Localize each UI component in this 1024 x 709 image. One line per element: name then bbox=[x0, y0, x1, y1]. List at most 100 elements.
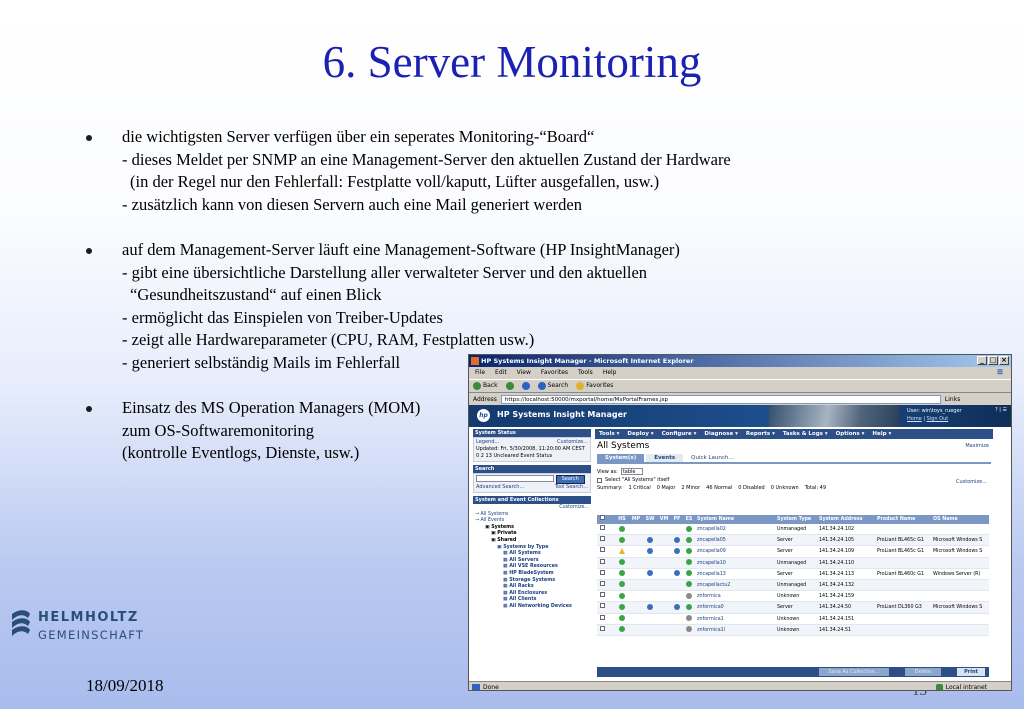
forward-button[interactable] bbox=[505, 380, 514, 392]
status-cell[interactable] bbox=[629, 614, 643, 624]
row-checkbox[interactable] bbox=[597, 591, 607, 601]
menu-view[interactable]: View bbox=[517, 367, 531, 378]
status-cell[interactable] bbox=[615, 614, 629, 624]
table-row[interactable]: znformica0 Server 141.34.24.50 ProLiant DL3… bbox=[597, 602, 989, 614]
sign-out-link[interactable]: Sign Out bbox=[927, 416, 949, 422]
minimize-button[interactable]: _ bbox=[977, 356, 987, 365]
row-checkbox[interactable] bbox=[597, 602, 607, 612]
status-cell[interactable] bbox=[629, 580, 643, 590]
status-cell[interactable] bbox=[671, 614, 683, 624]
close-button[interactable]: × bbox=[999, 356, 1009, 365]
tree-item[interactable]: ▦ All Clients bbox=[475, 597, 589, 604]
table-row[interactable]: znformica1l Unknown 141.34.24.51 bbox=[597, 624, 989, 636]
row-checkbox[interactable] bbox=[597, 625, 607, 635]
status-cell[interactable] bbox=[683, 558, 695, 568]
tab-events[interactable]: Events bbox=[646, 454, 684, 462]
status-cell[interactable] bbox=[615, 580, 629, 590]
col-system-address[interactable]: System Address bbox=[817, 515, 875, 524]
status-cell[interactable] bbox=[643, 591, 657, 601]
status-cell[interactable] bbox=[657, 580, 671, 590]
print-button[interactable]: Print bbox=[957, 668, 985, 676]
banner-links[interactable]: ? | ☰ bbox=[995, 407, 1007, 413]
col-vm[interactable]: VM bbox=[657, 515, 671, 524]
system-name-link[interactable]: zncapellactu2 bbox=[695, 580, 775, 590]
status-cell[interactable] bbox=[683, 524, 695, 534]
col-mp[interactable]: MP bbox=[629, 515, 643, 524]
table-row[interactable]: zncapella10 Unmanaged 141.34.24.110 bbox=[597, 557, 989, 569]
system-name-link[interactable]: znformica1l bbox=[695, 625, 775, 635]
status-cell[interactable] bbox=[671, 580, 683, 590]
row-checkbox[interactable] bbox=[597, 580, 607, 590]
quick-launch-link[interactable]: Quick Launch... bbox=[685, 454, 739, 462]
maximize-link[interactable]: Maximize bbox=[965, 443, 989, 449]
address-input[interactable]: https://localhost:50000/mxportal/home/Mx… bbox=[500, 394, 941, 404]
status-cell[interactable] bbox=[657, 614, 671, 624]
table-row[interactable]: zncapellactu2 Unmanaged 141.34.24.132 bbox=[597, 579, 989, 592]
maximize-button[interactable]: □ bbox=[988, 356, 998, 365]
status-cell[interactable] bbox=[643, 625, 657, 635]
col-os-name[interactable]: OS Name bbox=[931, 515, 989, 524]
status-cell[interactable] bbox=[629, 591, 643, 601]
col-sw[interactable]: SW bbox=[643, 515, 657, 524]
status-cell[interactable] bbox=[657, 524, 671, 534]
nav-reports[interactable]: Reports ▾ bbox=[746, 429, 775, 439]
search-input[interactable] bbox=[476, 475, 554, 482]
nav-options[interactable]: Options ▾ bbox=[836, 429, 865, 439]
tree-item[interactable]: → All Events bbox=[475, 518, 589, 525]
nav-tasks-logs[interactable]: Tasks & Logs ▾ bbox=[783, 429, 828, 439]
row-checkbox[interactable] bbox=[597, 524, 607, 534]
status-cell[interactable] bbox=[671, 524, 683, 534]
tree-item[interactable]: ▣ Private bbox=[475, 531, 589, 538]
row-checkbox[interactable] bbox=[597, 614, 607, 624]
tree-item[interactable]: ▦ All Racks bbox=[475, 584, 589, 591]
status-cell[interactable] bbox=[615, 558, 629, 568]
row-checkbox[interactable] bbox=[597, 546, 607, 556]
status-cell[interactable] bbox=[615, 569, 629, 579]
status-cell[interactable] bbox=[643, 535, 657, 545]
status-cell[interactable] bbox=[615, 524, 629, 534]
status-cell[interactable] bbox=[683, 602, 695, 612]
select-all-checkbox[interactable] bbox=[597, 477, 602, 483]
status-cell[interactable] bbox=[629, 625, 643, 635]
table-row[interactable]: zncapella02 Unmanaged 141.34.24.102 bbox=[597, 524, 989, 536]
collections-customize-link[interactable]: Customize... bbox=[559, 505, 589, 512]
status-cell[interactable] bbox=[671, 625, 683, 635]
status-cell[interactable] bbox=[643, 614, 657, 624]
status-cell[interactable] bbox=[671, 535, 683, 545]
menu-help[interactable]: Help bbox=[603, 367, 617, 378]
status-cell[interactable] bbox=[657, 602, 671, 612]
col-es[interactable]: ES bbox=[683, 515, 695, 524]
row-checkbox[interactable] bbox=[597, 558, 607, 568]
status-cell[interactable] bbox=[683, 614, 695, 624]
tree-item[interactable]: ▦ HP BladeSystem bbox=[475, 571, 589, 578]
status-cell[interactable] bbox=[615, 602, 629, 612]
col-product-name[interactable]: Product Name bbox=[875, 515, 931, 524]
status-cell[interactable] bbox=[683, 580, 695, 590]
system-name-link[interactable]: zncapella13 bbox=[695, 569, 775, 579]
status-cell[interactable] bbox=[643, 558, 657, 568]
status-cell[interactable] bbox=[615, 535, 629, 545]
status-cell[interactable] bbox=[671, 602, 683, 612]
status-cell[interactable] bbox=[643, 580, 657, 590]
status-cell[interactable] bbox=[629, 546, 643, 556]
status-cell[interactable] bbox=[629, 602, 643, 612]
header-checkbox[interactable] bbox=[597, 515, 607, 524]
tree-item[interactable]: ▣ Shared bbox=[475, 538, 589, 545]
advanced-search-link[interactable]: Advanced Search... bbox=[476, 484, 524, 491]
tool-search-link[interactable]: Tool Search... bbox=[555, 484, 588, 491]
tree-item[interactable]: ▦ All Networking Devices bbox=[475, 604, 589, 611]
status-cell[interactable] bbox=[643, 569, 657, 579]
menu-file[interactable]: File bbox=[475, 367, 485, 378]
status-cell[interactable] bbox=[657, 535, 671, 545]
status-cell[interactable] bbox=[615, 591, 629, 601]
status-cell[interactable] bbox=[643, 546, 657, 556]
table-row[interactable]: zncapella13 Server 141.34.24.113 ProLiant B… bbox=[597, 569, 989, 580]
nav-tools[interactable]: Tools ▾ bbox=[599, 429, 619, 439]
status-cell[interactable] bbox=[615, 625, 629, 635]
status-cell[interactable] bbox=[683, 535, 695, 545]
status-cell[interactable] bbox=[683, 625, 695, 635]
col-pf[interactable]: PF bbox=[671, 515, 683, 524]
status-cell[interactable] bbox=[671, 546, 683, 556]
status-cell[interactable] bbox=[657, 558, 671, 568]
status-cell[interactable] bbox=[657, 569, 671, 579]
